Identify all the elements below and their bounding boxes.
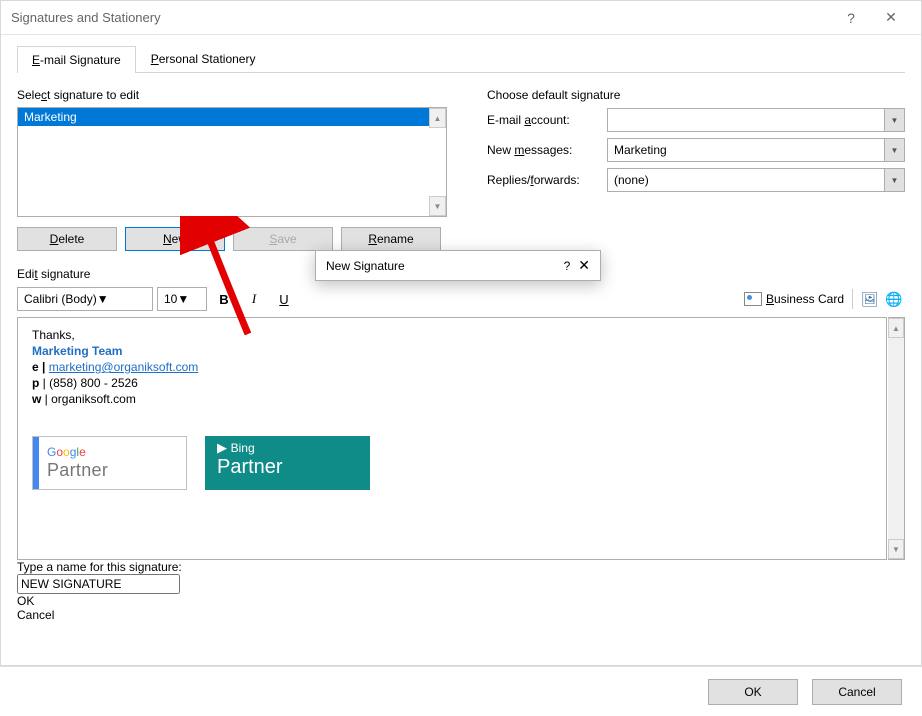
dialog-footer: OK Cancel: [0, 666, 922, 716]
titlebar: Signatures and Stationery ? ✕: [1, 1, 921, 35]
font-combo[interactable]: Calibri (Body) ▼: [17, 287, 153, 311]
editor-scrollbar[interactable]: ▲ ▼: [888, 317, 905, 560]
scroll-down-icon[interactable]: ▼: [888, 539, 904, 559]
signature-list-item[interactable]: Marketing: [18, 108, 446, 126]
signature-name-input[interactable]: [17, 574, 180, 594]
chevron-down-icon[interactable]: ▼: [884, 169, 904, 191]
ok-button[interactable]: OK: [708, 679, 798, 705]
close-button[interactable]: ✕: [871, 4, 911, 32]
sig-thanks: Thanks,: [32, 328, 872, 342]
size-combo[interactable]: 10 ▼: [157, 287, 207, 311]
dialog-title: Signatures and Stationery: [11, 10, 831, 25]
sub-dialog-prompt: Type a name for this signature:: [17, 560, 905, 574]
signatures-dialog: Signatures and Stationery ? ✕ E-mail Sig…: [0, 0, 922, 666]
delete-button[interactable]: Delete: [17, 227, 117, 251]
replies-forwards-value: (none): [614, 173, 649, 187]
business-card-label[interactable]: Business Card: [766, 292, 844, 306]
bold-button[interactable]: B: [211, 287, 237, 311]
sig-phone: p | (858) 800 - 2526: [32, 376, 872, 390]
sig-web: w | organiksoft.com: [32, 392, 872, 406]
font-value: Calibri (Body): [24, 292, 97, 306]
new-messages-value: Marketing: [614, 143, 667, 157]
dialog-content: E-mail Signature Personal Stationery Sel…: [1, 35, 921, 665]
sub-dialog-title: New Signature: [326, 259, 564, 273]
separator: [852, 289, 853, 309]
sub-help-button[interactable]: ?: [564, 259, 571, 273]
default-signature-heading: Choose default signature: [487, 88, 905, 102]
sig-email-link[interactable]: marketing@organiksoft.com: [49, 360, 199, 374]
signature-editor[interactable]: Thanks, Marketing Team e | marketing@org…: [17, 317, 887, 560]
email-account-combo[interactable]: ▼: [607, 108, 905, 132]
scroll-down-icon[interactable]: ▼: [429, 196, 446, 216]
tab-bar: E-mail Signature Personal Stationery: [17, 45, 905, 73]
format-toolbar: Calibri (Body) ▼ 10 ▼ B I U Business Car…: [17, 287, 905, 311]
google-partner-badge: Google Partner: [32, 436, 187, 490]
picture-icon[interactable]: 🖼: [861, 291, 881, 307]
select-signature-label: Select signature to edit: [17, 88, 467, 102]
business-card-icon[interactable]: [744, 292, 762, 306]
sub-dialog-titlebar: New Signature ? ✕: [316, 251, 600, 280]
sig-team: Marketing Team: [32, 344, 872, 358]
rename-button[interactable]: Rename: [341, 227, 441, 251]
size-value: 10: [164, 292, 177, 306]
sub-cancel-button[interactable]: Cancel: [17, 608, 905, 622]
sub-ok-button[interactable]: OK: [17, 594, 905, 608]
chevron-down-icon[interactable]: ▼: [884, 139, 904, 161]
new-messages-label: New messages:: [487, 143, 607, 157]
new-button[interactable]: New: [125, 227, 225, 251]
new-messages-combo[interactable]: Marketing ▼: [607, 138, 905, 162]
signature-list[interactable]: Marketing ▲ ▼: [17, 107, 447, 217]
sub-close-button[interactable]: ✕: [578, 257, 590, 274]
chevron-down-icon[interactable]: ▼: [884, 109, 904, 131]
tab-email-signature[interactable]: E-mail Signature: [17, 46, 136, 73]
new-signature-dialog: New Signature ? ✕: [315, 250, 601, 281]
chevron-down-icon[interactable]: ▼: [177, 292, 189, 306]
replies-forwards-label: Replies/forwards:: [487, 173, 607, 187]
scroll-up-icon[interactable]: ▲: [429, 108, 446, 128]
chevron-down-icon[interactable]: ▼: [97, 292, 109, 306]
italic-button[interactable]: I: [241, 287, 267, 311]
underline-button[interactable]: U: [271, 287, 297, 311]
save-button: Save: [233, 227, 333, 251]
hyperlink-icon[interactable]: 🌐: [885, 291, 905, 307]
tab-personal-stationery[interactable]: Personal Stationery: [136, 45, 271, 72]
help-button[interactable]: ?: [831, 4, 871, 32]
cancel-button[interactable]: Cancel: [812, 679, 902, 705]
signature-list-scrollbar[interactable]: ▲ ▼: [429, 108, 446, 216]
scroll-up-icon[interactable]: ▲: [888, 318, 904, 338]
replies-forwards-combo[interactable]: (none) ▼: [607, 168, 905, 192]
email-account-label: E-mail account:: [487, 113, 607, 127]
bing-partner-badge: ▶ Bing Partner: [205, 436, 370, 490]
sig-email-line: e | marketing@organiksoft.com: [32, 360, 872, 374]
